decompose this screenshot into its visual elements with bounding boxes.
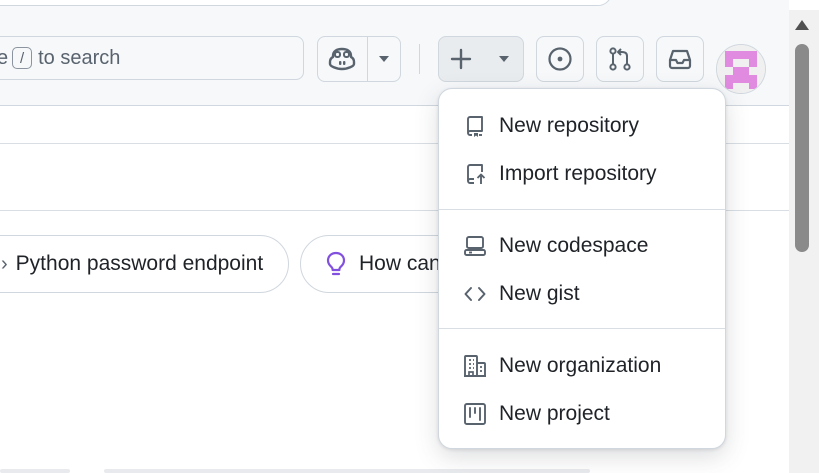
menu-item-new-project[interactable]: New project	[439, 392, 725, 436]
menu-divider	[439, 328, 725, 329]
identicon-icon	[717, 45, 765, 93]
browser-chrome	[0, 0, 789, 10]
menu-item-label: New repository	[499, 114, 640, 137]
scrollbar-thumb[interactable]	[795, 44, 809, 252]
content-edge	[104, 469, 590, 473]
menu-item-new-organization[interactable]: New organization	[439, 344, 725, 388]
menu-item-label: New gist	[499, 282, 580, 305]
search-shortcut-key: /	[12, 47, 33, 69]
menu-item-import-repository[interactable]: Import repository	[439, 152, 725, 196]
arrow-icon: ›	[1, 252, 8, 275]
menu-item-label: New organization	[499, 354, 662, 377]
inbox-button[interactable]	[656, 36, 704, 82]
search-input[interactable]: e / to search	[0, 36, 304, 80]
suggestion-label: Python password endpoint	[15, 252, 264, 275]
suggestion-label: How can	[359, 252, 441, 275]
menu-item-new-repository[interactable]: New repository	[439, 104, 725, 148]
organization-icon	[464, 355, 486, 377]
avatar[interactable]	[716, 44, 766, 94]
inbox-icon	[668, 49, 692, 70]
codespaces-icon	[464, 236, 486, 256]
pull-requests-button[interactable]	[596, 36, 644, 82]
create-new-button[interactable]	[438, 36, 524, 82]
menu-item-label: New project	[499, 402, 610, 425]
triangle-down-icon[interactable]	[376, 54, 392, 64]
scroll-up-arrow-icon[interactable]	[795, 20, 809, 30]
menu-item-label: Import repository	[499, 162, 657, 185]
menu-item-new-codespace[interactable]: New codespace	[439, 224, 725, 268]
issue-opened-icon	[548, 47, 572, 71]
copilot-button-group	[317, 36, 401, 82]
issues-button[interactable]	[536, 36, 584, 82]
menu-item-label: New codespace	[499, 234, 649, 257]
create-new-menu: New repository Import repository New cod…	[438, 88, 726, 449]
browser-address-bar[interactable]	[0, 0, 612, 6]
header-divider	[419, 44, 420, 74]
code-icon	[464, 287, 486, 301]
menu-item-new-gist[interactable]: New gist	[439, 272, 725, 316]
search-placeholder-text: to search	[38, 46, 121, 69]
copilot-divider	[367, 37, 368, 81]
suggestion-chip[interactable]: › Python password endpoint	[0, 235, 289, 293]
copilot-icon[interactable]	[328, 47, 356, 71]
repo-push-icon	[467, 164, 486, 184]
menu-divider	[439, 209, 725, 210]
plus-icon	[450, 48, 509, 70]
content-edge	[0, 469, 70, 473]
light-bulb-icon	[326, 251, 346, 276]
search-placeholder-prefix: e	[0, 46, 9, 69]
project-icon	[464, 403, 486, 425]
repo-icon	[467, 116, 483, 137]
git-pull-request-icon	[609, 47, 631, 71]
